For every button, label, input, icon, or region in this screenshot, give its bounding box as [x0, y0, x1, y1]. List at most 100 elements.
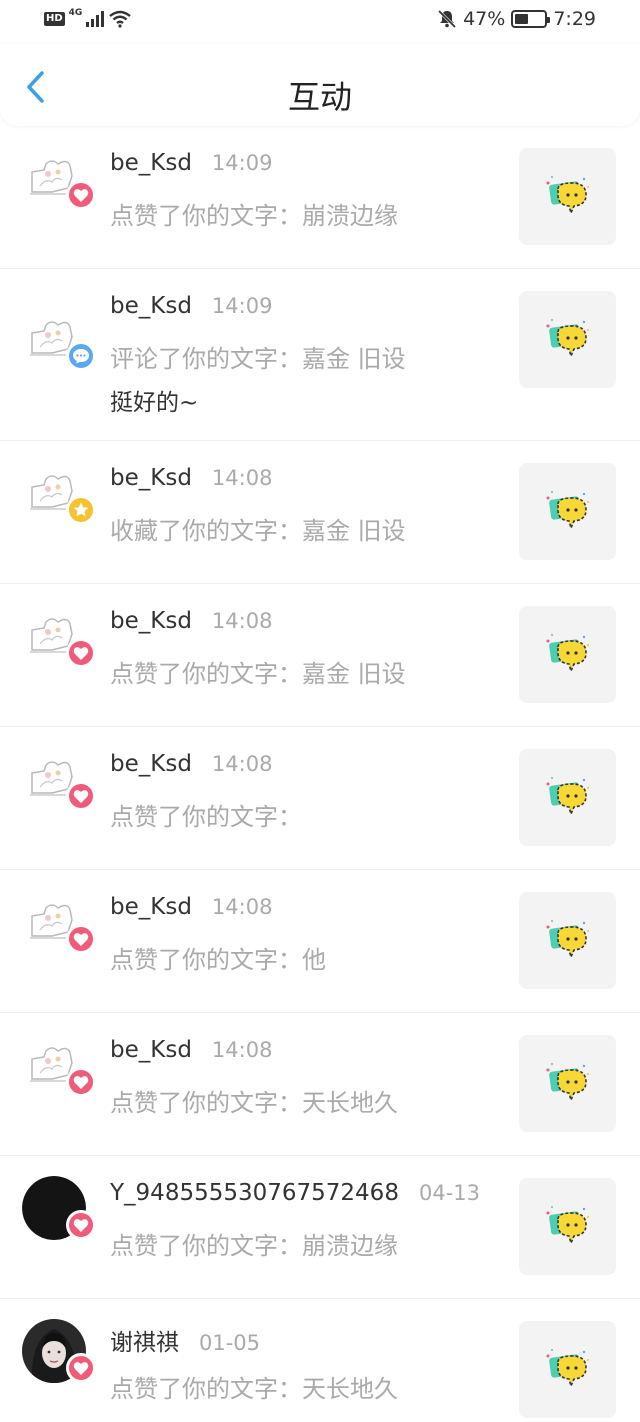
notification-row[interactable]: 谢祺祺 01-05 点赞了你的文字：天长地久	[0, 1299, 640, 1422]
notification-list[interactable]: be_Ksd 14:09 点赞了你的文字：崩溃边缘 be_Ksd 14:09 评论了你的文…	[0, 126, 640, 1422]
heart-icon	[73, 789, 89, 803]
chat-sticker-icon	[546, 1348, 589, 1388]
notification-row[interactable]: be_Ksd 14:08 点赞了你的文字：他	[0, 870, 640, 1013]
post-thumbnail[interactable]	[519, 749, 616, 846]
post-thumbnail[interactable]	[519, 148, 616, 245]
user-name[interactable]: be_Ksd	[110, 150, 192, 176]
favorite-badge	[66, 495, 96, 525]
avatar-container[interactable]	[22, 604, 96, 676]
user-name[interactable]: be_Ksd	[110, 608, 192, 634]
avatar-container[interactable]	[22, 747, 96, 819]
avatar-container[interactable]	[22, 1033, 96, 1105]
like-badge	[66, 781, 96, 811]
user-name[interactable]: Y_948555530767572468	[110, 1180, 399, 1206]
user-name[interactable]: be_Ksd	[110, 293, 192, 319]
notification-row[interactable]: Y_948555530767572468 04-13 点赞了你的文字：崩溃边缘	[0, 1156, 640, 1299]
user-name[interactable]: 谢祺祺	[110, 1323, 179, 1357]
action-text: 评论了你的文字：嘉金 旧设	[110, 345, 406, 373]
heart-icon	[73, 1075, 89, 1089]
status-bar: HD 4G 47% 7:29	[0, 0, 640, 44]
timestamp: 04-13	[418, 1181, 480, 1205]
wifi-icon	[109, 10, 132, 28]
status-right: 47% 7:29	[437, 8, 596, 30]
heart-icon	[73, 1218, 89, 1232]
name-line: be_Ksd 14:08	[110, 894, 272, 920]
like-badge	[66, 924, 96, 954]
timestamp: 14:09	[211, 294, 273, 318]
post-thumbnail[interactable]	[519, 1321, 616, 1418]
notification-row[interactable]: be_Ksd 14:08 点赞了你的文字：	[0, 727, 640, 870]
network-type: 4G	[68, 8, 83, 18]
action-text: 点赞了你的文字：他	[110, 946, 326, 974]
action-text: 点赞了你的文字：	[110, 803, 302, 831]
name-line: 谢祺祺 01-05	[110, 1323, 260, 1357]
like-badge	[66, 638, 96, 668]
avatar-container[interactable]	[22, 307, 96, 379]
top-bar: 互动	[0, 44, 640, 126]
post-thumbnail[interactable]	[519, 463, 616, 560]
name-line: be_Ksd 14:08	[110, 751, 272, 777]
user-name[interactable]: be_Ksd	[110, 751, 192, 777]
timestamp: 14:08	[211, 1038, 273, 1062]
signal-icon	[86, 11, 105, 27]
user-name[interactable]: be_Ksd	[110, 894, 192, 920]
like-badge	[66, 1210, 96, 1240]
battery-fill	[515, 14, 529, 24]
heart-icon	[73, 1361, 89, 1375]
name-line: be_Ksd 14:09	[110, 293, 272, 319]
notification-row[interactable]: be_Ksd 14:08 点赞了你的文字：天长地久	[0, 1013, 640, 1156]
post-thumbnail[interactable]	[519, 606, 616, 703]
status-left: HD 4G	[44, 8, 132, 28]
post-thumbnail[interactable]	[519, 1178, 616, 1275]
battery-icon	[511, 10, 551, 28]
chat-sticker-icon	[546, 776, 589, 816]
comment-icon	[73, 349, 89, 364]
avatar-container[interactable]	[22, 890, 96, 962]
chat-sticker-icon	[546, 919, 589, 959]
name-line: be_Ksd 14:08	[110, 1037, 272, 1063]
post-thumbnail[interactable]	[519, 1035, 616, 1132]
action-text: 点赞了你的文字：天长地久	[110, 1089, 398, 1117]
chat-sticker-icon	[546, 318, 589, 358]
avatar-container[interactable]	[22, 461, 96, 533]
action-text: 收藏了你的文字：嘉金 旧设	[110, 517, 406, 545]
battery-percent: 47%	[463, 8, 506, 30]
avatar-container[interactable]	[22, 1319, 96, 1391]
like-badge	[66, 1353, 96, 1383]
chat-sticker-icon	[546, 1062, 589, 1102]
user-name[interactable]: be_Ksd	[110, 465, 192, 491]
action-text: 点赞了你的文字：天长地久	[110, 1375, 398, 1403]
name-line: be_Ksd 14:09	[110, 150, 272, 176]
chat-sticker-icon	[546, 633, 589, 673]
comment-text: 挺好的~	[110, 390, 199, 416]
action-text: 点赞了你的文字：嘉金 旧设	[110, 660, 406, 688]
action-text: 点赞了你的文字：崩溃边缘	[110, 202, 398, 230]
heart-icon	[73, 188, 89, 202]
post-thumbnail[interactable]	[519, 892, 616, 989]
avatar-container[interactable]	[22, 146, 96, 218]
avatar-container[interactable]	[22, 1176, 96, 1248]
name-line: Y_948555530767572468 04-13	[110, 1180, 480, 1206]
notification-row[interactable]: be_Ksd 14:08 收藏了你的文字：嘉金 旧设	[0, 441, 640, 584]
heart-icon	[73, 932, 89, 946]
hd-badge: HD	[44, 12, 65, 26]
notification-row[interactable]: be_Ksd 14:09 点赞了你的文字：崩溃边缘	[0, 126, 640, 269]
timestamp: 14:08	[211, 609, 273, 633]
post-thumbnail[interactable]	[519, 291, 616, 388]
user-name[interactable]: be_Ksd	[110, 1037, 192, 1063]
notification-row[interactable]: be_Ksd 14:08 点赞了你的文字：嘉金 旧设	[0, 584, 640, 727]
chat-sticker-icon	[546, 1205, 589, 1245]
clock: 7:29	[553, 8, 596, 30]
timestamp: 14:08	[211, 752, 273, 776]
comment-badge	[66, 341, 96, 371]
timestamp: 14:08	[211, 466, 273, 490]
name-line: be_Ksd 14:08	[110, 465, 272, 491]
name-line: be_Ksd 14:08	[110, 608, 272, 634]
action-text: 点赞了你的文字：崩溃边缘	[110, 1232, 398, 1260]
chat-sticker-icon	[546, 175, 589, 215]
timestamp: 14:09	[211, 151, 273, 175]
like-badge	[66, 180, 96, 210]
notification-row[interactable]: be_Ksd 14:09 评论了你的文字：嘉金 旧设 挺好的~	[0, 269, 640, 441]
bell-muted-icon	[438, 9, 457, 29]
timestamp: 14:08	[211, 895, 273, 919]
